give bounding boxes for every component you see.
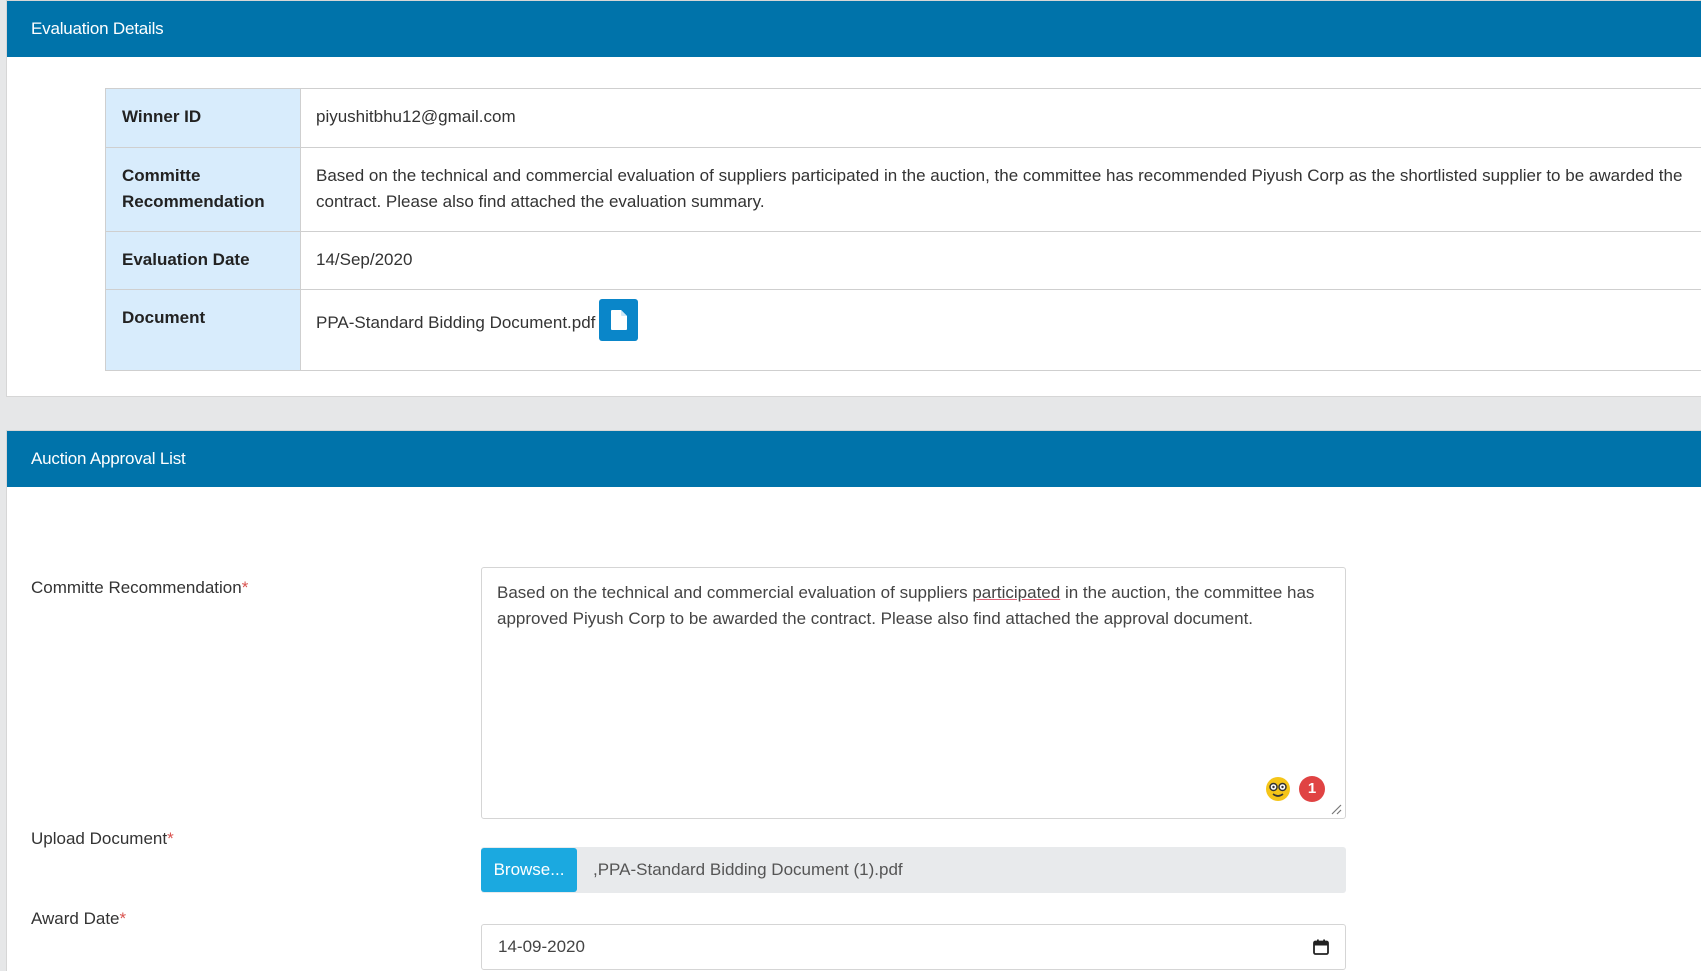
winner-id-value: piyushitbhu12@gmail.com (300, 88, 1701, 148)
evaluation-details-title: Evaluation Details (31, 19, 164, 38)
spellcheck-flagged-word[interactable]: participated (972, 583, 1060, 602)
table-row: Committe Recommendation Based on the tec… (105, 147, 1701, 232)
auction-approval-header: Auction Approval List (7, 431, 1701, 487)
award-date-field-label: Award Date* (31, 909, 127, 928)
evaluation-details-panel: Evaluation Details Winner ID piyushitbhu… (6, 0, 1701, 397)
file-icon (610, 310, 627, 330)
evaluation-details-table: Winner ID piyushitbhu12@gmail.com Commit… (105, 88, 1701, 371)
recommendation-textarea[interactable]: Based on the technical and commercial ev… (481, 567, 1346, 819)
winner-id-label: Winner ID (105, 88, 301, 148)
document-filename: PPA-Standard Bidding Document.pdf (316, 313, 596, 332)
document-link-group: PPA-Standard Bidding Document.pdf (316, 299, 639, 341)
grammar-issue-badge[interactable]: 1 (1299, 776, 1325, 802)
award-date-input[interactable]: 14-09-2020 (481, 924, 1346, 970)
document-value-cell: PPA-Standard Bidding Document.pdf (300, 289, 1701, 371)
required-marker: * (241, 578, 249, 597)
calendar-icon[interactable] (1313, 939, 1329, 955)
uploaded-file-name: ,PPA-Standard Bidding Document (1).pdf (593, 860, 903, 879)
upload-field-label: Upload Document* (31, 829, 174, 848)
view-document-button[interactable] (599, 299, 639, 341)
table-row: Document PPA-Standard Bidding Document.p… (105, 289, 1701, 371)
auction-approval-panel: Auction Approval List Committe Recommend… (6, 430, 1701, 971)
recommendation-field-label: Committe Recommendation* (31, 578, 249, 597)
table-row: Winner ID piyushitbhu12@gmail.com (105, 88, 1701, 148)
award-date-value: 14-09-2020 (498, 937, 585, 956)
table-row: Evaluation Date 14/Sep/2020 (105, 231, 1701, 290)
committee-recommendation-value: Based on the technical and commercial ev… (300, 147, 1701, 232)
textarea-assistant-icons: 1 (1265, 776, 1325, 802)
evaluation-date-value: 14/Sep/2020 (300, 231, 1701, 290)
resize-handle-icon[interactable] (1330, 803, 1342, 815)
document-label: Document (105, 289, 301, 371)
committee-recommendation-label: Committe Recommendation (105, 147, 301, 232)
required-marker: * (167, 829, 174, 848)
grammar-assistant-icon[interactable] (1265, 776, 1291, 802)
required-marker: * (119, 909, 127, 928)
evaluation-details-header: Evaluation Details (7, 1, 1701, 57)
evaluation-date-label: Evaluation Date (105, 231, 301, 290)
upload-document-control[interactable]: Browse... ,PPA-Standard Bidding Document… (481, 847, 1346, 893)
auction-approval-title: Auction Approval List (31, 449, 186, 468)
browse-button[interactable]: Browse... (481, 848, 577, 892)
